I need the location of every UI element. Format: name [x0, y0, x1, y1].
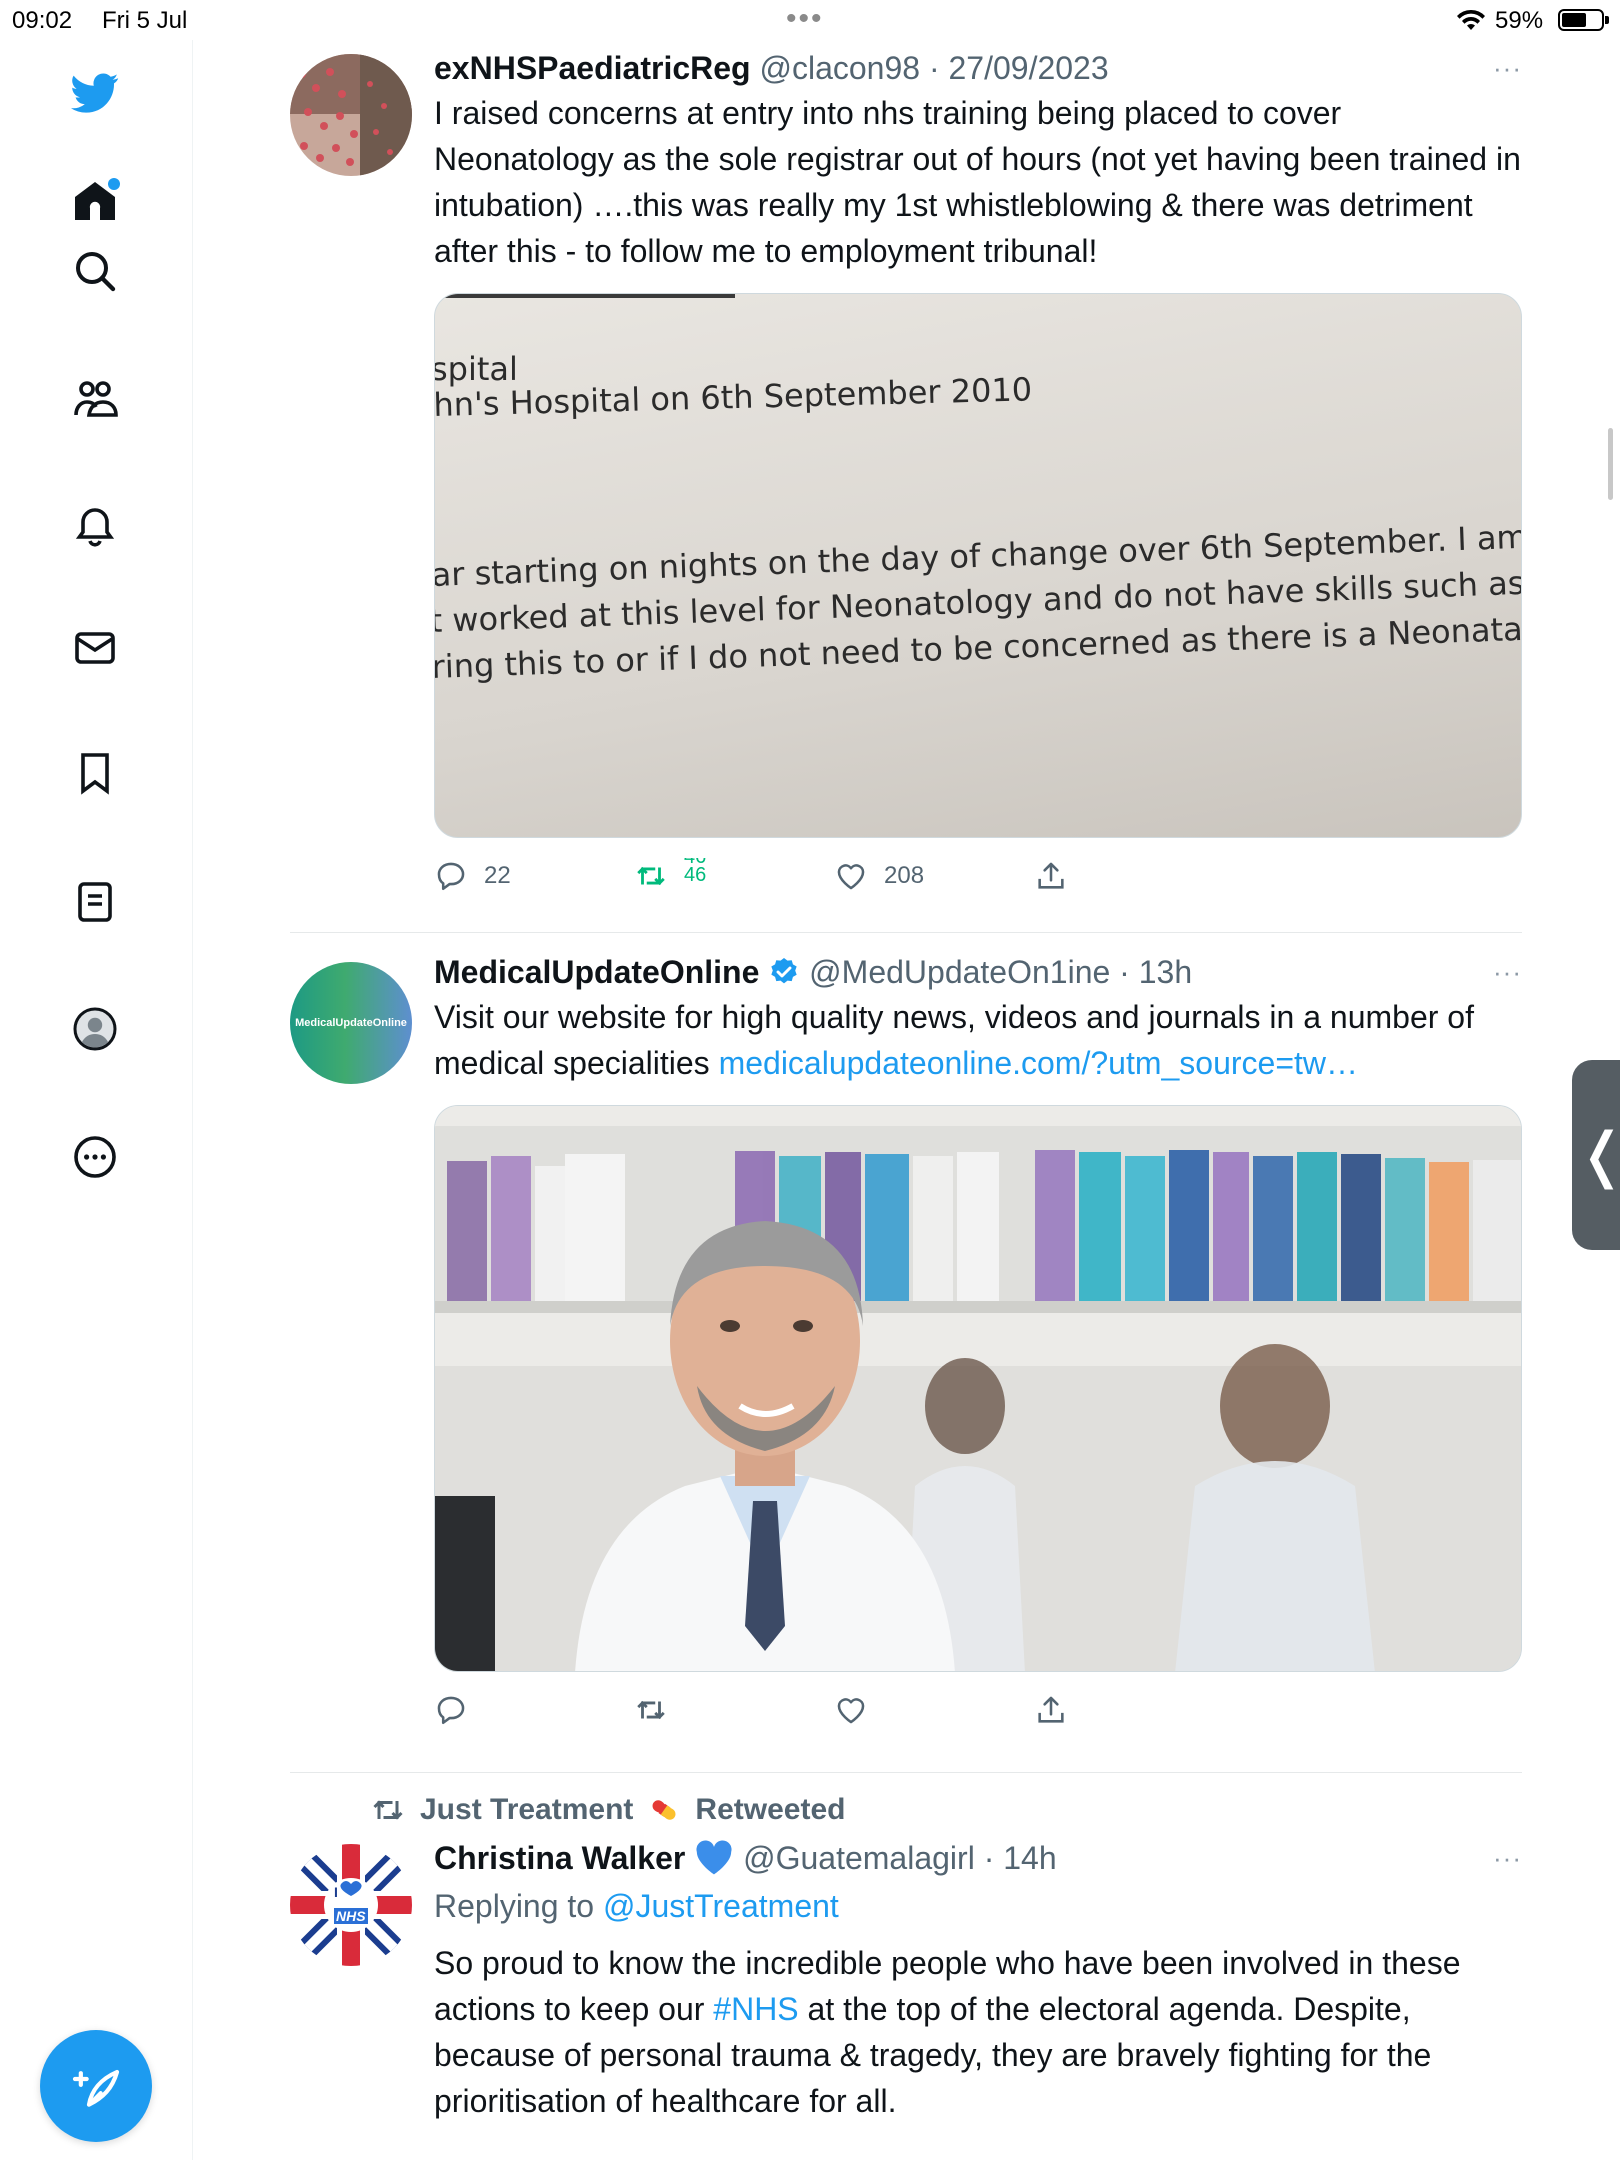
avatar-nhs-text: NHS: [334, 1908, 368, 1924]
retweet-context: Just Treatment Retweeted: [370, 1792, 845, 1828]
tweet-image[interactable]: spital hn's Hospital on 6th September 20…: [434, 293, 1522, 838]
wifi-icon: [1456, 8, 1486, 39]
divider: [290, 932, 1522, 933]
tweet-header: exNHSPaediatricReg @clacon98 · 27/09/202…: [434, 48, 1522, 88]
notification-dot: [108, 178, 120, 190]
profile-icon[interactable]: [66, 1000, 124, 1058]
like-button[interactable]: [834, 1686, 868, 1734]
avatar[interactable]: I NHS: [290, 1844, 412, 1966]
like-count: 208: [884, 862, 925, 889]
date: Fri 5 Jul: [102, 7, 188, 34]
more-options-icon[interactable]: ···: [1493, 952, 1522, 992]
compose-button[interactable]: [40, 2030, 152, 2142]
chevron-left-icon: ❬: [1577, 1120, 1620, 1190]
retweeter-name[interactable]: Just Treatment: [420, 1793, 633, 1827]
replying-to-link[interactable]: @JustTreatment: [603, 1888, 839, 1924]
tweet-body: MedicalUpdateOnline @MedUpdateOn1ine · 1…: [434, 952, 1522, 1734]
bell-icon[interactable]: [66, 495, 124, 553]
tweet-text: Visit our website for high quality news,…: [434, 999, 1474, 1081]
tweet-text: I raised concerns at entry into nhs trai…: [434, 95, 1521, 269]
multitask-dots-icon[interactable]: •••: [786, 4, 824, 34]
reply-button[interactable]: [434, 1686, 468, 1734]
bookmark-icon[interactable]: [66, 744, 124, 802]
tweet-actions: 22 46 46 208: [434, 852, 1522, 900]
reply-button[interactable]: 22: [434, 852, 511, 900]
mail-icon[interactable]: [66, 619, 124, 677]
reply-count: 22: [484, 862, 511, 889]
search-icon[interactable]: [66, 242, 124, 300]
tweet-link[interactable]: medicalupdateonline.com/?utm_source=tw…: [719, 1045, 1358, 1081]
divider: [290, 1772, 1522, 1773]
retweet-icon: [637, 1700, 665, 1720]
reply-icon: [437, 1696, 465, 1725]
author-name[interactable]: Christina Walker: [434, 1840, 685, 1876]
lists-icon[interactable]: [66, 873, 124, 931]
heart-icon: [837, 864, 865, 890]
author-name[interactable]: MedicalUpdateOnline: [434, 954, 759, 990]
pill-emoji-icon: [652, 1800, 676, 1820]
tweet-actions: [434, 1686, 1522, 1734]
tweet-body: Christina Walker @Guatemalagirl · 14h ··…: [434, 1838, 1522, 2124]
tweet-text: So proud to know the incredible people w…: [434, 1945, 1461, 2119]
tweet-body: exNHSPaediatricReg @clacon98 · 27/09/202…: [434, 48, 1522, 900]
share-icon: [1038, 862, 1064, 889]
sidebar-handle[interactable]: ❬: [1572, 1060, 1620, 1250]
image-cropped-text-line: [435, 294, 735, 298]
communities-icon[interactable]: [66, 370, 124, 428]
tweet-header: Christina Walker @Guatemalagirl · 14h ··…: [434, 1838, 1522, 1878]
heart-icon: [837, 1698, 865, 1724]
image-text-line: hn's Hospital on 6th September 2010: [434, 370, 1033, 424]
reply-icon: [437, 862, 465, 891]
author-name[interactable]: exNHSPaediatricReg: [434, 50, 751, 86]
blue-heart-icon: [696, 1840, 732, 1875]
home-icon[interactable]: [66, 172, 124, 230]
scrollbar[interactable]: [1608, 428, 1613, 500]
share-button[interactable]: [1034, 1686, 1068, 1734]
twitter-bird-icon[interactable]: [66, 64, 124, 122]
avatar-text: I: [334, 1884, 338, 1900]
retweeted-label: Retweeted: [695, 1793, 846, 1826]
avatar-logo-text: MedicalUpdateOnline: [295, 1017, 407, 1029]
author-handle[interactable]: @Guatemalagirl · 14h: [743, 1840, 1057, 1876]
hashtag-link[interactable]: #NHS: [713, 1991, 798, 2027]
compose-icon: [72, 2069, 120, 2107]
more-options-icon[interactable]: ···: [1493, 1838, 1522, 1878]
avatar[interactable]: [290, 54, 412, 176]
retweet-button[interactable]: 46 46: [634, 852, 706, 900]
retweet-button[interactable]: [634, 1686, 668, 1734]
retweet-icon: [637, 866, 665, 886]
author-handle[interactable]: @MedUpdateOn1ine · 13h: [809, 954, 1192, 990]
retweet-count: 46 46: [684, 858, 707, 886]
clock: 09:02: [12, 7, 73, 34]
image-text-line: spital: [434, 350, 518, 388]
tweet-header: MedicalUpdateOnline @MedUpdateOn1ine · 1…: [434, 952, 1522, 992]
replying-to: Replying to @JustTreatment: [434, 1888, 839, 1924]
status-bar: 09:02 Fri 5 Jul ••• 59%: [0, 0, 1620, 40]
verified-badge-icon: [771, 958, 797, 984]
tweet-image[interactable]: [434, 1105, 1522, 1672]
share-icon: [1038, 1696, 1064, 1723]
author-handle[interactable]: @clacon98 · 27/09/2023: [759, 50, 1108, 86]
retweet-icon: [373, 1800, 403, 1820]
sidebar: [0, 40, 193, 2160]
doctor-photo: [435, 1106, 1521, 1671]
battery-percent: 59%: [1495, 7, 1544, 34]
avatar[interactable]: MedicalUpdateOnline: [290, 962, 412, 1084]
battery-icon: [1558, 9, 1609, 31]
more-options-icon[interactable]: ···: [1493, 48, 1522, 88]
like-button[interactable]: 208: [834, 852, 924, 900]
more-circle-icon[interactable]: [66, 1128, 124, 1186]
share-button[interactable]: [1034, 852, 1068, 900]
